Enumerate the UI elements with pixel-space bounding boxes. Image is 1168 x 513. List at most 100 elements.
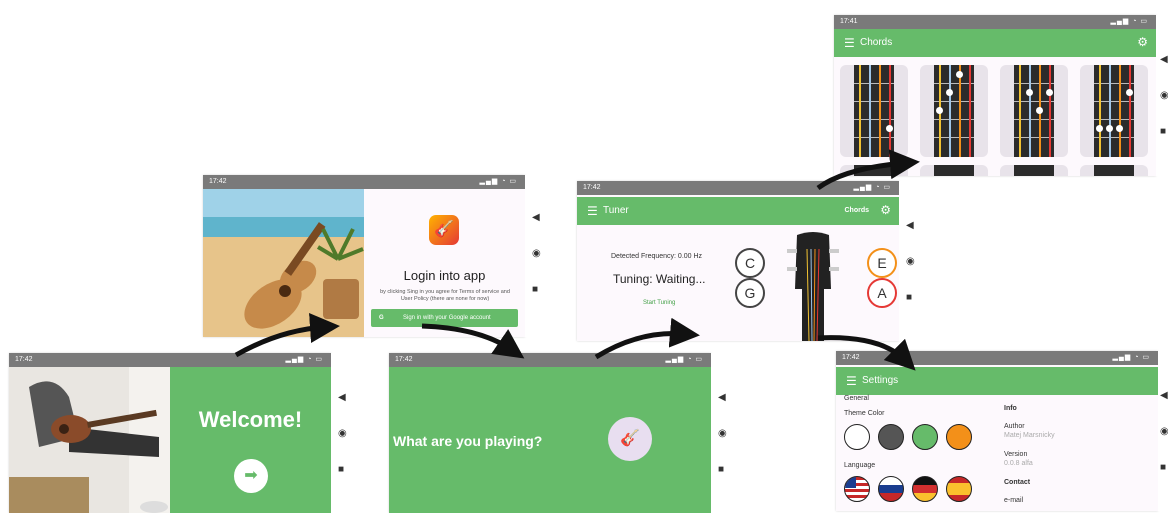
recents-icon[interactable]: ■	[1160, 463, 1166, 473]
fretboard	[1094, 165, 1134, 176]
note-g-button[interactable]: G	[735, 278, 765, 308]
back-icon[interactable]: ◀	[718, 393, 726, 403]
nav-bar-2: ◀ ◉ ■	[525, 175, 551, 337]
note-c-button[interactable]: C	[735, 248, 765, 278]
fretboard	[934, 165, 974, 176]
finger-dot	[1096, 125, 1103, 132]
home-icon[interactable]: ◉	[532, 249, 541, 259]
theme-color-green[interactable]	[912, 424, 938, 450]
flag-es-icon[interactable]	[946, 476, 972, 502]
menu-icon[interactable]: ☰	[587, 204, 598, 218]
back-icon[interactable]: ◀	[906, 221, 914, 231]
string-line	[949, 65, 951, 157]
gear-icon[interactable]: ⚙	[880, 203, 891, 217]
chords-app-bar: ☰ Chords ⚙	[834, 29, 1156, 57]
theme-color-label: Theme Color	[844, 410, 885, 417]
tuner-app-bar: ☰ Tuner Chords ⚙	[577, 197, 899, 225]
theme-color-white[interactable]	[844, 424, 870, 450]
string-line	[969, 65, 971, 157]
chord-diagram[interactable]	[840, 65, 908, 157]
back-icon[interactable]: ◀	[1160, 55, 1168, 65]
home-icon[interactable]: ◉	[1160, 91, 1168, 101]
next-button[interactable]: ➡	[234, 459, 268, 493]
recents-icon[interactable]: ■	[338, 465, 344, 475]
finger-dot	[886, 125, 893, 132]
chord-diagram[interactable]	[1000, 65, 1068, 157]
home-icon[interactable]: ◉	[718, 429, 727, 439]
start-tuning-button[interactable]: Start Tuning	[643, 300, 675, 306]
google-sign-in-button[interactable]: G Sign in with your Google account	[371, 309, 518, 327]
status-icons: ▂▄▆ ◔ ▭	[479, 178, 517, 185]
flag-de-icon[interactable]	[912, 476, 938, 502]
recents-icon[interactable]: ■	[906, 293, 912, 303]
home-icon[interactable]: ◉	[1160, 427, 1168, 437]
finger-dot	[946, 89, 953, 96]
home-icon[interactable]: ◉	[906, 257, 915, 267]
back-icon[interactable]: ◀	[532, 213, 540, 223]
status-bar: 17:42 ▂▄▆ ◔ ▭	[836, 351, 1158, 365]
welcome-photo	[9, 367, 170, 513]
flag-sk-icon[interactable]	[878, 476, 904, 502]
flag-us-icon[interactable]	[844, 476, 870, 502]
string-line	[1049, 65, 1051, 157]
playing-question: What are you playing?	[393, 433, 543, 449]
status-time: 17:42	[583, 184, 601, 191]
theme-color-orange[interactable]	[946, 424, 972, 450]
google-button-label: Sign in with your Google account	[403, 315, 491, 321]
recents-icon[interactable]: ■	[718, 465, 724, 475]
arrow-right-icon: ➡	[244, 467, 258, 484]
chord-diagram[interactable]	[840, 165, 908, 176]
finger-dot	[1126, 89, 1133, 96]
general-heading: General	[844, 395, 869, 402]
recents-icon[interactable]: ■	[532, 285, 538, 295]
app-logo: 🎸	[429, 215, 459, 245]
ukulele-player-illustration	[9, 367, 170, 513]
string-line	[959, 65, 961, 157]
welcome-screen: 17:42 ▂▄▆ ◔ ▭ Welcome! ➡	[9, 353, 331, 513]
finger-dot	[1036, 107, 1043, 114]
nav-bar-4: ◀ ◉ ■	[899, 181, 925, 341]
back-icon[interactable]: ◀	[1160, 391, 1168, 401]
tuner-screen: 17:42 ▂▄▆ ◔ ▭ ☰ Tuner Chords ⚙ Detected …	[577, 181, 899, 341]
string-line	[879, 65, 881, 157]
author-value: Matej Marsnicky	[1004, 432, 1055, 439]
login-title: Login into app	[403, 268, 486, 283]
chord-diagram[interactable]	[1080, 65, 1148, 157]
status-bar: 17:41 ▂▄▆ ◔ ▭	[834, 15, 1156, 29]
menu-icon[interactable]: ☰	[846, 374, 857, 388]
status-time: 17:42	[15, 356, 33, 363]
theme-color-gray[interactable]	[878, 424, 904, 450]
chord-diagram[interactable]	[1000, 165, 1068, 176]
back-icon[interactable]: ◀	[338, 393, 346, 403]
chord-diagram[interactable]	[920, 65, 988, 157]
status-bar: 17:42 ▂▄▆ ◔ ▭	[577, 181, 899, 195]
beach-photo	[203, 189, 364, 337]
status-bar: 17:42 ▂▄▆ ◔ ▭	[9, 353, 331, 367]
nav-bar-6: ◀ ◉ ■	[1158, 351, 1168, 511]
note-e-button[interactable]: E	[867, 248, 897, 278]
chords-link[interactable]: Chords	[845, 207, 870, 214]
settings-app-bar: ☰ Settings	[836, 367, 1158, 395]
ukulele-option-button[interactable]: 🎸	[608, 417, 652, 461]
nav-bar-3: ◀ ◉ ■	[711, 353, 737, 513]
status-icons: ▂▄▆ ◔ ▭	[1110, 18, 1148, 25]
string-line	[1099, 65, 1101, 157]
welcome-title: Welcome!	[198, 407, 303, 432]
nav-bar-1: ◀ ◉ ■	[331, 353, 357, 513]
menu-icon[interactable]: ☰	[844, 36, 855, 50]
string-line	[1109, 65, 1111, 157]
finger-dot	[1046, 89, 1053, 96]
chord-diagram[interactable]	[1080, 165, 1148, 176]
status-icons: ▂▄▆ ◔ ▭	[665, 356, 703, 363]
language-label: Language	[844, 462, 876, 469]
recents-icon[interactable]: ■	[1160, 127, 1166, 137]
home-icon[interactable]: ◉	[338, 429, 347, 439]
gear-icon[interactable]: ⚙	[1137, 35, 1148, 49]
note-a-button[interactable]: A	[867, 278, 897, 308]
google-icon: G	[379, 315, 384, 321]
string-line	[869, 65, 871, 157]
chord-diagram[interactable]	[920, 165, 988, 176]
finger-dot	[1106, 125, 1113, 132]
terms-text: by clicking Sing in you agree for Terms …	[380, 289, 510, 302]
guitar-icon: 🎸	[434, 221, 454, 238]
